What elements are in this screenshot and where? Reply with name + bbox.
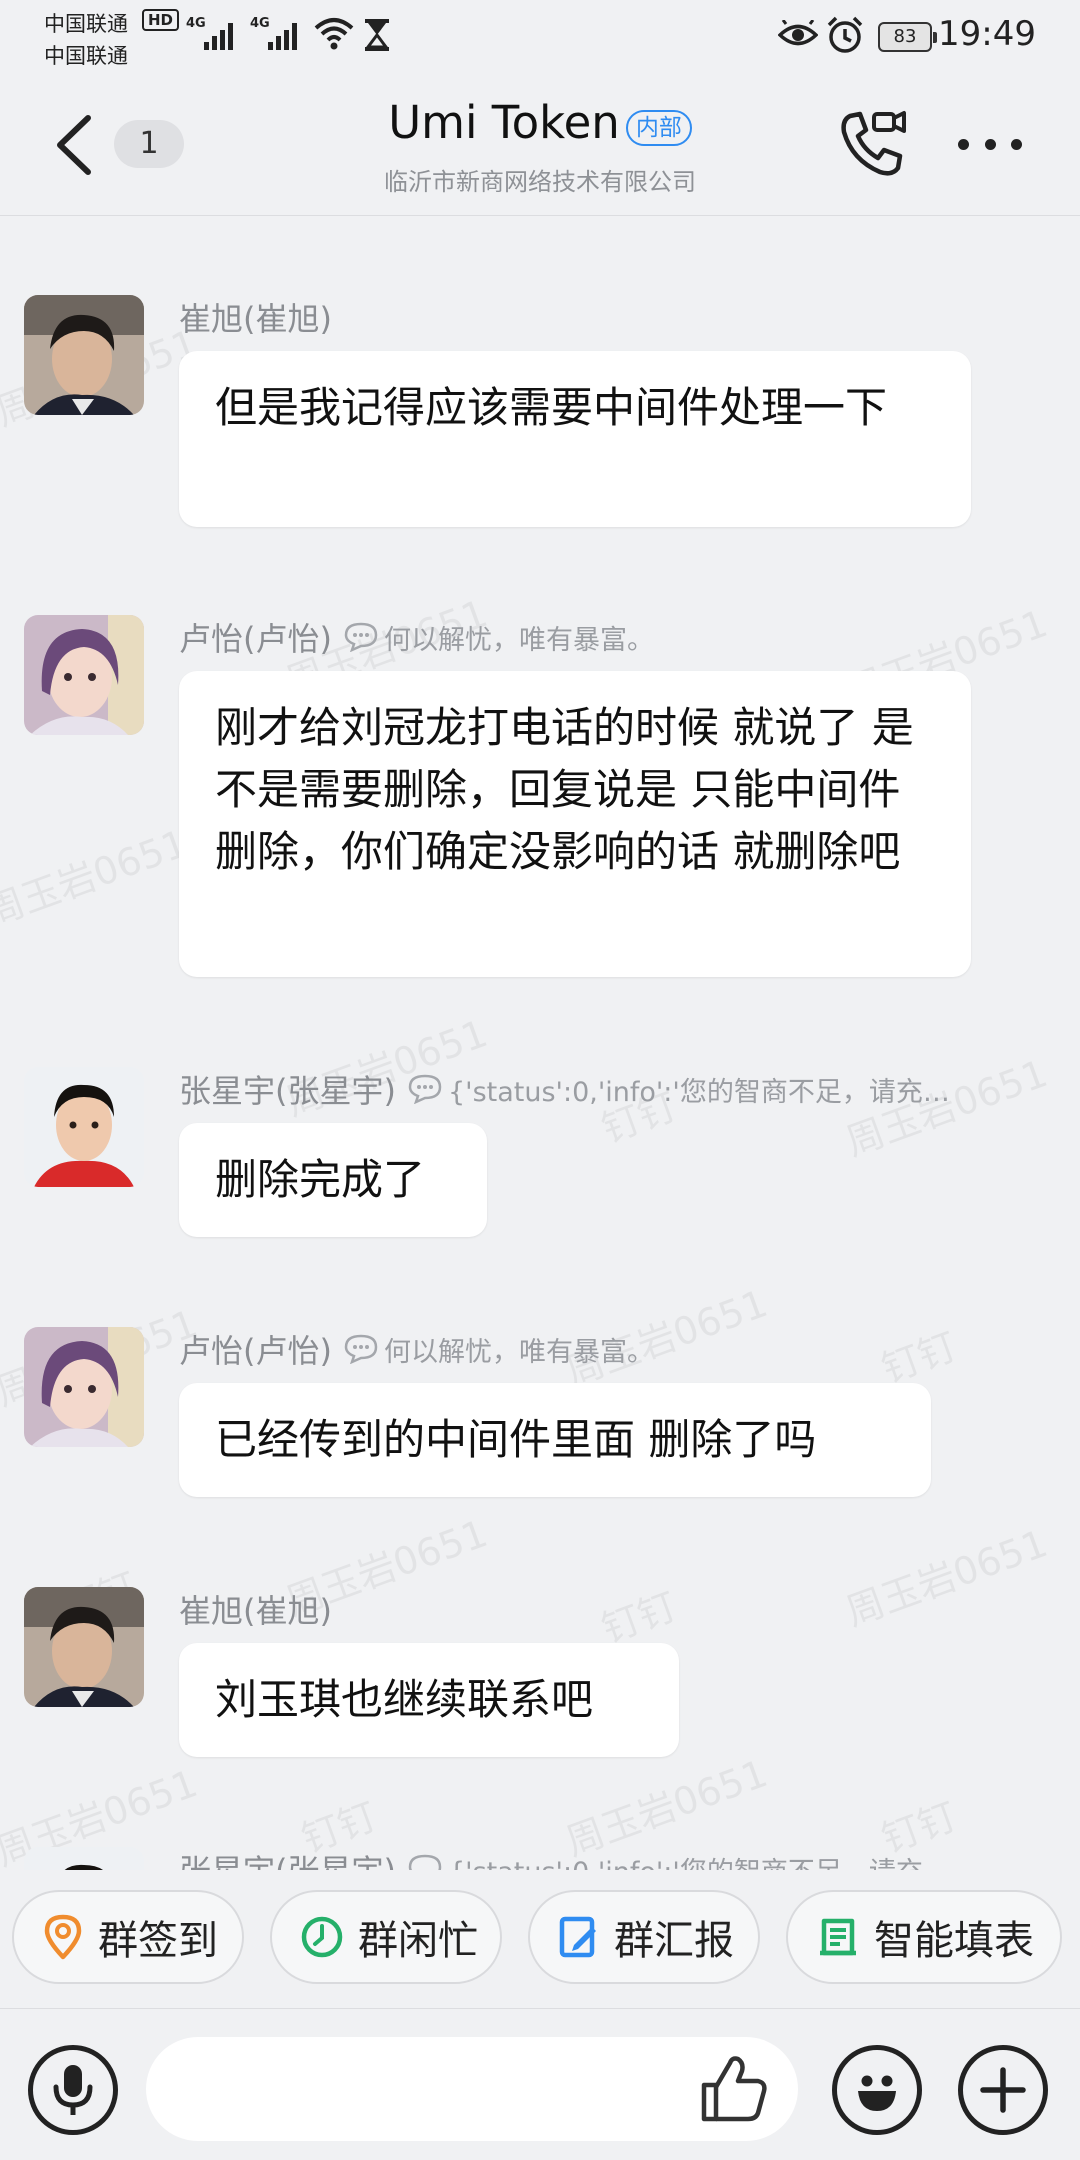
form-icon — [820, 1918, 856, 1956]
signature-bubble-icon — [408, 1854, 442, 1870]
signature-bubble-icon — [344, 622, 378, 652]
avatar[interactable] — [24, 1587, 144, 1707]
sender-signature: 何以解忧，唯有暴富。 — [383, 624, 654, 656]
avatar[interactable] — [24, 295, 144, 415]
location-pin-icon — [44, 1914, 82, 1960]
carrier-name-2: 中国联通 — [44, 44, 128, 68]
group-availability-label: 群闲忙 — [358, 1918, 478, 1964]
smart-form-button[interactable]: 智能填表 — [786, 1890, 1062, 1984]
signature-bubble-icon — [408, 1074, 442, 1104]
group-availability-button[interactable]: 群闲忙 — [270, 1890, 502, 1984]
message-bubble[interactable]: 刘玉琪也继续联系吧 — [179, 1643, 679, 1757]
sender-name[interactable]: 崔旭(崔旭) — [179, 1589, 332, 1629]
carrier-name-1: 中国联通 — [44, 12, 128, 36]
eye-comfort-icon — [778, 20, 818, 46]
avatar[interactable] — [24, 1847, 144, 1870]
sender-line: 卢怡(卢怡) 何以解忧，唯有暴富。 — [179, 617, 654, 657]
hd-voice-badge: HD — [142, 9, 180, 31]
smiley-icon — [858, 2075, 896, 2111]
signal-icon-1: 4G — [186, 16, 242, 50]
message-bubble[interactable]: 刚才给刘冠龙打电话的时候 就说了 是不是需要删除，回复说是 只能中间件删除，你们… — [179, 671, 971, 977]
watermark-text: 钉钉 — [875, 1324, 963, 1392]
status-bar: 中国联通 中国联通 HD 4G 4G 83 19:49 — [0, 0, 1080, 70]
message-bubble[interactable]: 但是我记得应该需要中间件处理一下 — [179, 351, 971, 527]
group-report-label: 群汇报 — [614, 1918, 734, 1964]
group-checkin-button[interactable]: 群签到 — [12, 1890, 244, 1984]
chat-screen: 中国联通 中国联通 HD 4G 4G 83 19:49 1 Umi Token … — [0, 0, 1080, 2160]
status-time: 19:49 — [938, 14, 1036, 54]
plus-icon — [980, 2067, 1026, 2113]
wifi-icon — [314, 18, 354, 50]
watermark-text: 钉钉 — [595, 1584, 683, 1652]
sender-line: 崔旭(崔旭) — [179, 1589, 332, 1629]
avatar[interactable] — [24, 1327, 144, 1447]
battery-icon: 83 — [878, 22, 937, 52]
network-type-2: 4G — [250, 16, 270, 31]
sender-signature: {'status':0,'info':'您的智商不足，请充值'} — [448, 1850, 965, 1871]
signature-bubble-icon — [344, 1334, 378, 1364]
sender-signature: {'status':0,'info':'您的智商不足，请充值'} — [447, 1076, 965, 1108]
message-bubble[interactable]: 已经传到的中间件里面 删除了吗 — [179, 1383, 931, 1497]
signal-icon-2: 4G — [250, 16, 306, 50]
voice-input-button[interactable] — [28, 2045, 118, 2135]
message-input-bar — [0, 2008, 1080, 2160]
sender-name[interactable]: 张星宇(张星宇) — [179, 1849, 396, 1870]
watermark-text: 周玉岩0651 — [0, 821, 194, 935]
group-report-button[interactable]: 群汇报 — [528, 1890, 760, 1984]
chat-title-area[interactable]: Umi Token 内部 — [0, 96, 1080, 152]
chat-title: Umi Token — [388, 96, 620, 149]
organization-name: 临沂市新商网络技术有限公司 — [384, 168, 696, 196]
watermark-text: 周玉岩0651 — [840, 1521, 1054, 1635]
smart-form-label: 智能填表 — [874, 1918, 1034, 1964]
alarm-icon — [827, 16, 863, 53]
message-list[interactable]: 周玉岩0651 周玉岩0651 周玉岩0651 周玉岩0651 钉钉 周玉岩06… — [0, 217, 1080, 1870]
sender-line: 张星宇(张星宇) {'status':0,'info':'您的智商不足，请充值'… — [179, 1849, 965, 1870]
report-edit-icon — [559, 1916, 596, 1958]
sender-line: 崔旭(崔旭) — [179, 297, 332, 337]
network-type-1: 4G — [186, 16, 206, 31]
sender-line: 卢怡(卢怡) 何以解忧，唯有暴富。 — [179, 1329, 654, 1369]
emoji-button[interactable] — [832, 2045, 922, 2135]
add-attachment-button[interactable] — [958, 2045, 1048, 2135]
quick-action-bar: 群签到 群闲忙 群汇报 智能填表 — [0, 1870, 1080, 2008]
watermark-text: 周玉岩0651 — [560, 1751, 774, 1865]
message-bubble[interactable]: 删除完成了 — [179, 1123, 487, 1237]
more-options-icon[interactable] — [958, 132, 1022, 156]
chat-header: 1 Umi Token 内部 临沂市新商网络技术有限公司 — [0, 70, 1080, 216]
sender-line: 张星宇(张星宇) {'status':0,'info':'您的智商不足，请充值'… — [179, 1069, 965, 1109]
clock-icon — [301, 1916, 343, 1958]
sender-name[interactable]: 卢怡(卢怡) — [179, 617, 332, 657]
avatar[interactable] — [24, 615, 144, 735]
microphone-icon — [53, 2065, 93, 2115]
video-call-icon[interactable] — [836, 108, 908, 180]
sender-name[interactable]: 张星宇(张星宇) — [179, 1069, 396, 1109]
thumbs-up-icon[interactable] — [698, 2053, 770, 2125]
group-checkin-label: 群签到 — [98, 1918, 218, 1964]
sender-name[interactable]: 崔旭(崔旭) — [179, 297, 332, 337]
sender-signature: 何以解忧，唯有暴富。 — [383, 1336, 654, 1368]
sender-name[interactable]: 卢怡(卢怡) — [179, 1329, 332, 1369]
hourglass-icon — [365, 19, 389, 51]
internal-tag: 内部 — [625, 109, 692, 146]
avatar[interactable] — [24, 1067, 144, 1187]
